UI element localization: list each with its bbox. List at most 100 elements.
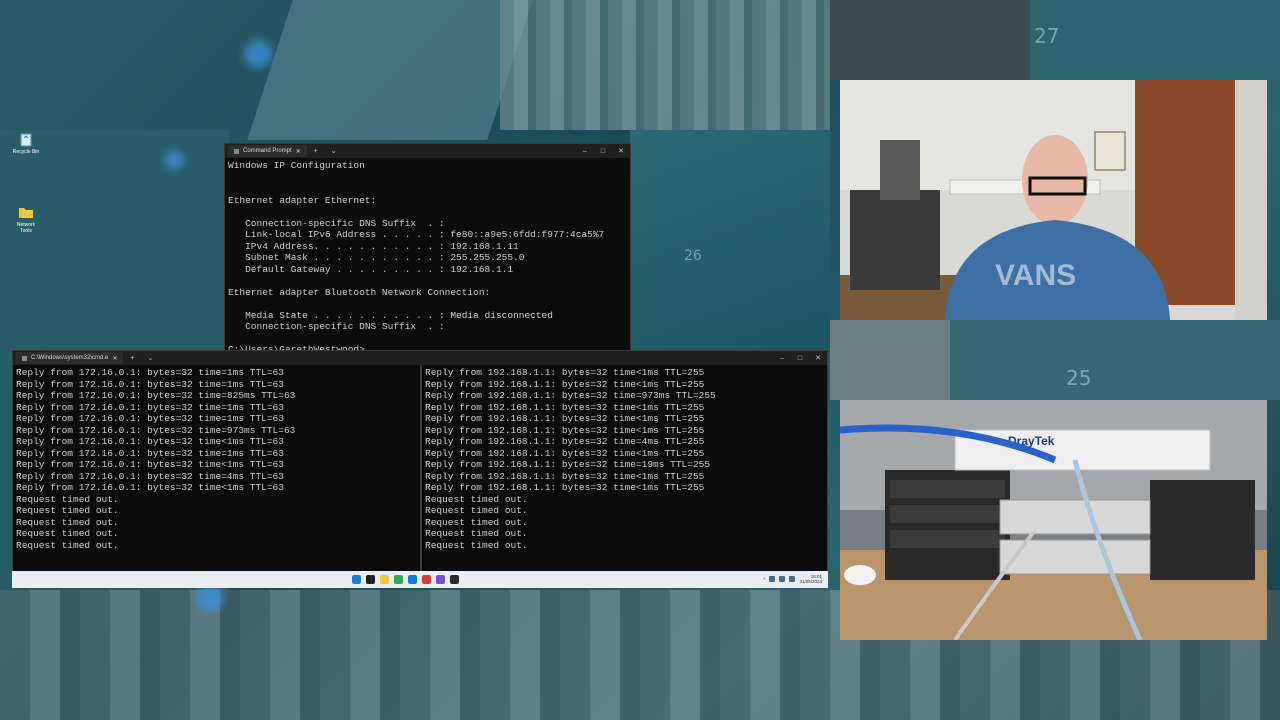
terminal-icon[interactable] (449, 575, 459, 584)
console-line: Subnet Mask . . . . . . . . . . . : 255.… (228, 252, 525, 263)
ping-reply-line: Request timed out. (425, 516, 528, 528)
background-rack-number: 27 (1034, 24, 1060, 48)
ping-reply-line: Reply from 192.168.1.1: bytes=32 time=4m… (425, 436, 705, 447)
ping-reply-line: Request timed out. (16, 516, 119, 528)
ipconfig-terminal-window[interactable]: Command Prompt ✕ + ⌄ – □ ✕ Windows IP Co… (224, 143, 631, 356)
ping-reply-line: Request timed out. (425, 505, 528, 516)
ping-reply-line: Reply from 192.168.1.1: bytes=32 time<1m… (425, 401, 705, 413)
clock-date: 31/05/2024 (799, 579, 822, 584)
maximize-button[interactable]: □ (791, 355, 809, 362)
terminal-icon (22, 355, 27, 361)
close-tab-icon[interactable]: ✕ (296, 148, 301, 155)
close-button[interactable]: ✕ (612, 147, 630, 155)
chevron-up-icon[interactable]: ^ (763, 577, 765, 582)
ping-reply-line: Reply from 172.16.0.1: bytes=32 time<1ms… (16, 436, 284, 447)
taskbar-app-list (351, 575, 459, 584)
window-titlebar[interactable]: C:\Windows\system32\cmd.e ✕ + ⌄ – □ ✕ (13, 351, 827, 365)
desktop-icon-label: Recycle Bin (12, 149, 40, 155)
file-explorer-icon[interactable] (365, 575, 375, 584)
ping-reply-line: Reply from 192.168.1.1: bytes=32 time<1m… (425, 447, 705, 459)
console-line: Ethernet adapter Bluetooth Network Conne… (228, 286, 491, 298)
ping-reply-line: Reply from 172.16.0.1: bytes=32 time=973… (16, 424, 296, 436)
maximize-button[interactable]: □ (594, 148, 612, 155)
ping-reply-line: Reply from 172.16.0.1: bytes=32 time=1ms… (16, 378, 284, 390)
background-light-icon (164, 150, 184, 170)
minimize-button[interactable]: – (576, 148, 594, 155)
console-line: IPv4 Address. . . . . . . . . . . : 192.… (228, 240, 519, 252)
background-panel (1030, 0, 1280, 80)
webcam-presenter-feed: VANS (840, 80, 1267, 320)
ping-pane-right[interactable]: Reply from 192.168.1.1: bytes=32 time<1m… (422, 365, 827, 571)
ping-reply-line: Reply from 192.168.1.1: bytes=32 time<1m… (425, 482, 705, 493)
network-icon[interactable] (769, 576, 776, 582)
ping-reply-line: Reply from 172.16.0.1: bytes=32 time<1ms… (16, 482, 284, 493)
svg-text:VANS: VANS (995, 259, 1076, 292)
chrome-icon[interactable] (393, 575, 403, 584)
background-light-icon (244, 40, 272, 68)
ping-reply-line: Reply from 192.168.1.1: bytes=32 time<1m… (425, 367, 705, 378)
background-server-rack (500, 0, 830, 130)
new-tab-button[interactable]: + (123, 355, 141, 362)
window-titlebar[interactable]: Command Prompt ✕ + ⌄ – □ ✕ (225, 144, 630, 158)
background-panel (630, 130, 830, 355)
tab-title: Command Prompt (243, 148, 292, 154)
background-rack-number: 25 (1066, 366, 1092, 390)
ping-reply-line: Request timed out. (425, 528, 528, 539)
ping-reply-line: Request timed out. (16, 528, 119, 539)
folder-icon (19, 208, 33, 218)
ping-reply-line: Reply from 172.16.0.1: bytes=32 time=4ms… (16, 470, 284, 482)
background-panel (247, 0, 533, 140)
console-line: Ethernet adapter Ethernet: (228, 194, 377, 206)
console-line: Link-local IPv6 Address . . . . . : fe80… (228, 229, 605, 240)
windows-start-icon[interactable] (351, 575, 361, 584)
background-rack-number: 26 (684, 248, 702, 264)
tab-title: C:\Windows\system32\cmd.e (31, 355, 109, 361)
background-panel (830, 0, 1030, 80)
camera-app-icon[interactable] (435, 575, 445, 584)
recycle-bin-icon (20, 133, 32, 147)
console-line: Media State . . . . . . . . . . . : Medi… (228, 309, 553, 321)
ping-reply-line: Reply from 172.16.0.1: bytes=32 time=1ms… (16, 447, 284, 459)
app-icon[interactable] (421, 575, 431, 584)
desktop-icon-recycle-bin[interactable]: Recycle Bin (11, 131, 41, 155)
ping-reply-line: Reply from 192.168.1.1: bytes=32 time=19… (425, 459, 711, 470)
volume-icon[interactable] (779, 576, 786, 582)
webcam-hardware-feed: DrayTek (840, 400, 1267, 640)
edge-icon[interactable] (407, 575, 417, 584)
ping-reply-line: Reply from 172.16.0.1: bytes=32 time=1ms… (16, 413, 284, 424)
ping-reply-line: Reply from 192.168.1.1: bytes=32 time<1m… (425, 424, 705, 436)
folder-icon[interactable] (379, 575, 389, 584)
desktop-icon-folder[interactable]: Network Tools (11, 204, 41, 234)
ping-reply-line: Reply from 172.16.0.1: bytes=32 time=825… (16, 390, 296, 401)
background-panel (950, 320, 1280, 400)
ping-terminal-window[interactable]: C:\Windows\system32\cmd.e ✕ + ⌄ – □ ✕ Re… (12, 350, 828, 572)
minimize-button[interactable]: – (773, 355, 791, 362)
battery-icon[interactable] (789, 576, 796, 582)
ipconfig-console-output[interactable]: Windows IP Configuration Ethernet adapter… (225, 158, 630, 358)
ping-pane-left[interactable]: Reply from 172.16.0.1: bytes=32 time=1ms… (13, 365, 420, 571)
ping-output-192-168-1-1: Reply from 192.168.1.1: bytes=32 time<1m… (422, 365, 827, 553)
tab-cmd[interactable]: C:\Windows\system32\cmd.e ✕ (16, 352, 124, 364)
ping-reply-line: Request timed out. (16, 493, 119, 505)
new-tab-button[interactable]: + (307, 148, 325, 155)
terminal-icon (234, 148, 239, 154)
ping-reply-line: Request timed out. (16, 539, 119, 551)
ping-reply-line: Reply from 192.168.1.1: bytes=32 time=97… (425, 390, 716, 401)
ping-reply-line: Request timed out. (16, 505, 119, 516)
console-line: Default Gateway . . . . . . . . . : 192.… (228, 263, 514, 275)
close-tab-icon[interactable]: ✕ (112, 355, 117, 362)
taskbar-clock[interactable]: 16:01 31/05/2024 (799, 574, 822, 584)
presenter-video-frame: VANS (840, 80, 1267, 320)
ping-reply-line: Reply from 172.16.0.1: bytes=32 time<1ms… (16, 459, 284, 470)
console-line: Windows IP Configuration (228, 160, 365, 171)
chevron-down-icon[interactable]: ⌄ (325, 147, 343, 155)
close-button[interactable]: ✕ (809, 354, 827, 362)
console-line: Connection-specific DNS Suffix . : (228, 217, 445, 229)
chevron-down-icon[interactable]: ⌄ (141, 354, 159, 362)
ping-reply-line: Request timed out. (425, 539, 528, 551)
tab-command-prompt[interactable]: Command Prompt ✕ (228, 145, 307, 157)
